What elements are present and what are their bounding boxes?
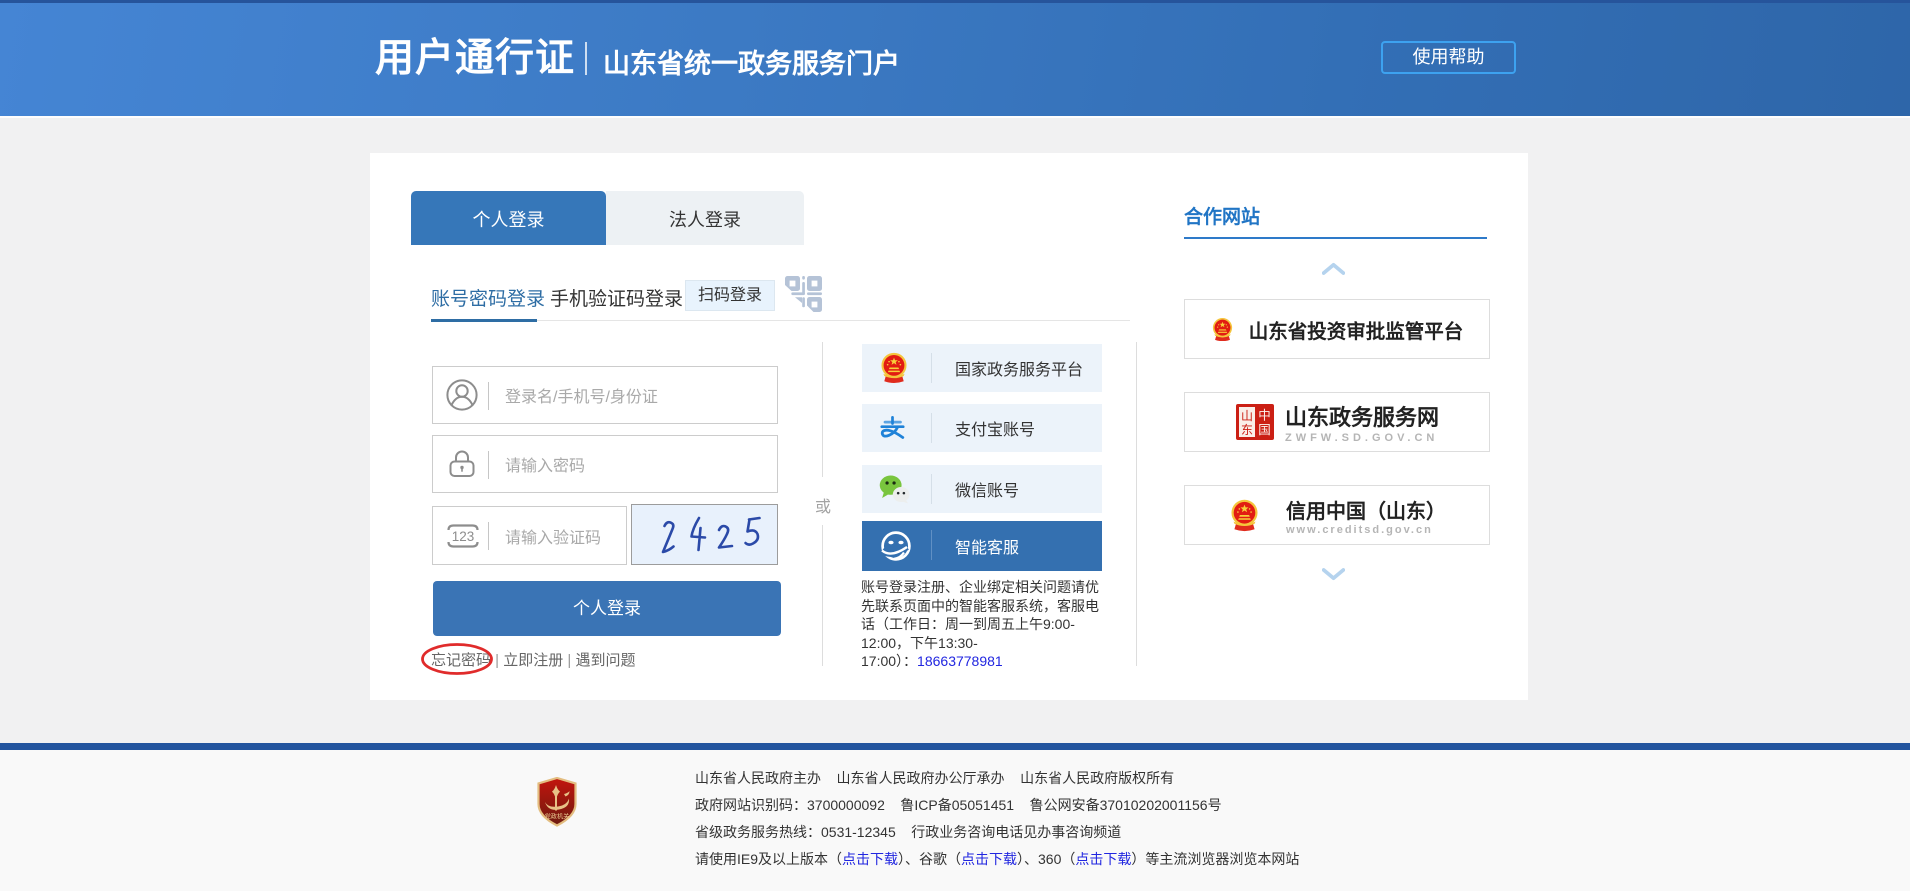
svg-text:山: 山 bbox=[1241, 409, 1253, 423]
svg-text:党政机关: 党政机关 bbox=[545, 813, 570, 821]
svg-text:123: 123 bbox=[452, 529, 475, 544]
svg-text:中: 中 bbox=[1258, 408, 1271, 423]
svg-text:东: 东 bbox=[1241, 423, 1253, 437]
svg-text:国: 国 bbox=[1258, 423, 1271, 437]
